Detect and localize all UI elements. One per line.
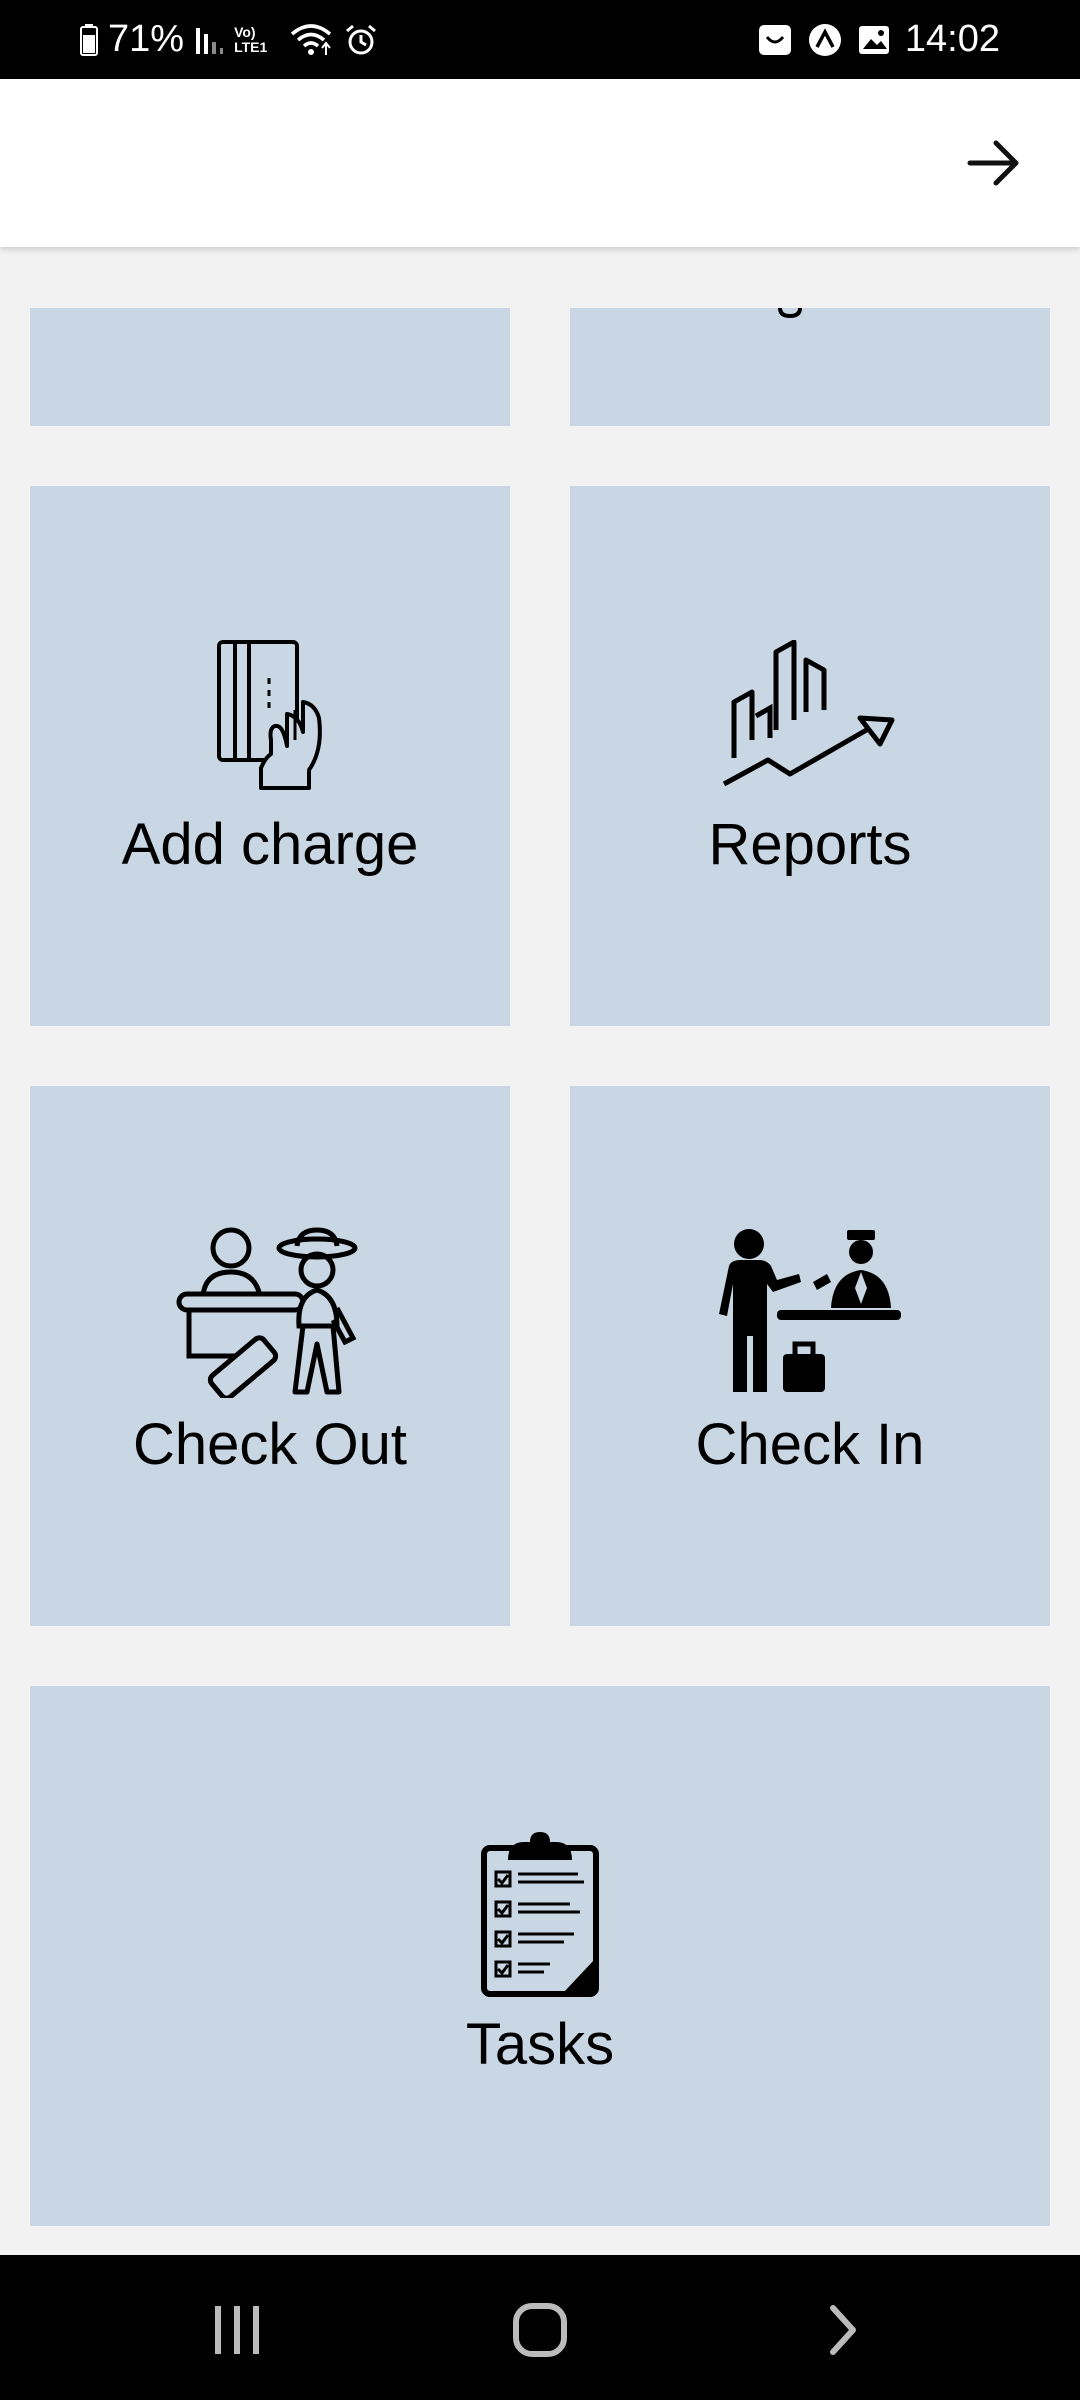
status-bar: 71% Vo) LTE1 14:02 xyxy=(0,0,1080,79)
wifi-icon xyxy=(288,22,334,58)
battery-icon xyxy=(80,23,98,56)
clock: 14:02 xyxy=(904,18,1000,60)
forward-button[interactable] xyxy=(960,129,1028,197)
card-payment-icon xyxy=(217,640,322,790)
battery-percent: 71% xyxy=(108,18,185,60)
status-right: 14:02 xyxy=(757,0,1000,79)
check-out-label: Check Out xyxy=(133,1412,407,1477)
check-in-label: Check In xyxy=(695,1412,925,1477)
arrow-right-icon xyxy=(967,140,1019,186)
tile-partial-left[interactable] xyxy=(30,308,510,426)
network-label: Vo) LTE1 xyxy=(234,23,268,55)
alarm-icon xyxy=(344,23,378,57)
add-charge-label: Add charge xyxy=(121,812,419,877)
back-button[interactable] xyxy=(808,2295,878,2365)
check-in-icon xyxy=(719,1229,901,1392)
image-icon xyxy=(857,24,891,56)
menu-grid[interactable]: Add charge Reports Check Out Check In Ta… xyxy=(0,247,1080,2255)
recent-apps-icon xyxy=(215,2306,259,2354)
clipboard-checklist-icon xyxy=(481,1832,599,1997)
app-bar xyxy=(0,79,1080,247)
tasks-tile[interactable]: Tasks xyxy=(30,1686,1050,2226)
status-left: 71% Vo) LTE1 xyxy=(80,0,378,79)
descender-glyph xyxy=(778,308,802,318)
volte-icon: Vo) LTE1 xyxy=(234,23,278,55)
growth-chart-icon xyxy=(722,640,895,787)
reports-tile[interactable]: Reports xyxy=(570,486,1050,1026)
home-icon xyxy=(513,2303,567,2357)
reports-label: Reports xyxy=(708,812,912,877)
system-nav-bar xyxy=(0,2255,1080,2400)
check-out-icon xyxy=(176,1227,358,1398)
back-icon xyxy=(830,2305,856,2355)
home-button[interactable] xyxy=(505,2295,575,2365)
add-charge-tile[interactable]: Add charge xyxy=(30,486,510,1026)
recent-apps-button[interactable] xyxy=(202,2295,272,2365)
check-in-tile[interactable]: Check In xyxy=(570,1086,1050,1626)
signal-icon xyxy=(194,24,224,56)
tile-partial-right[interactable] xyxy=(570,308,1050,426)
nav-app-icon xyxy=(807,22,843,58)
bag-icon xyxy=(757,23,793,57)
tasks-label: Tasks xyxy=(465,2012,615,2077)
check-out-tile[interactable]: Check Out xyxy=(30,1086,510,1626)
